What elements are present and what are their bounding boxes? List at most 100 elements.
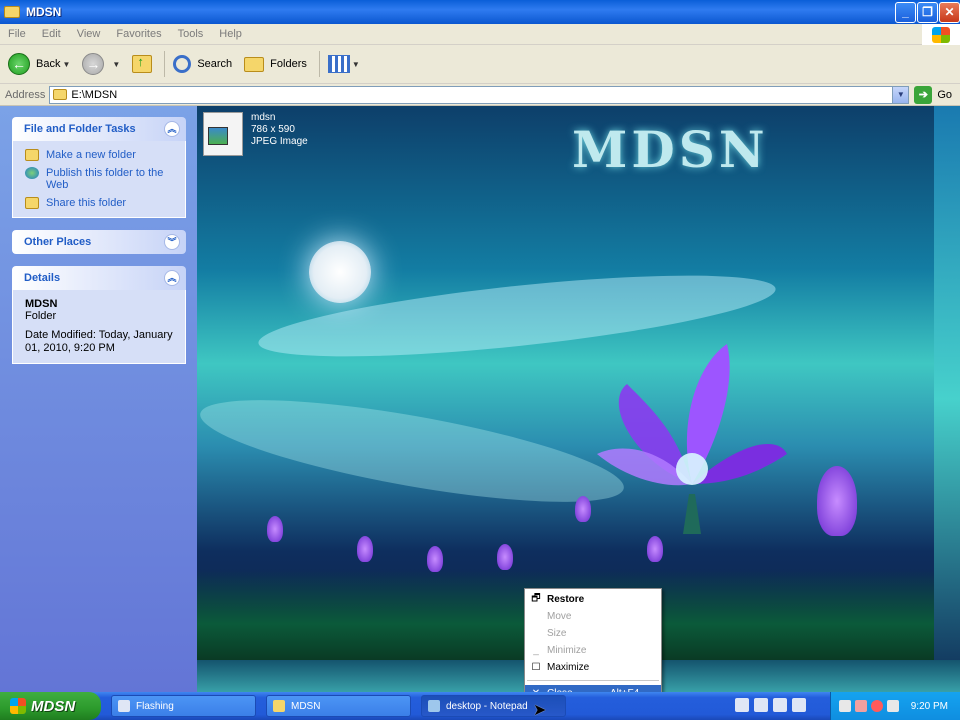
globe-icon: [25, 167, 39, 179]
address-bar: Address E:\MDSN ▼ ➔ Go: [0, 84, 960, 106]
menu-item-label: Move: [547, 611, 572, 622]
windows-flag-icon: [10, 698, 26, 714]
chevron-down-icon[interactable]: ▼: [112, 60, 120, 69]
menu-separator: [527, 680, 659, 681]
menu-file[interactable]: File: [0, 28, 34, 40]
views-icon: [327, 55, 350, 73]
file-item-mdsn[interactable]: mdsn 786 x 590 JPEG Image: [203, 112, 308, 156]
restore-button[interactable]: ❐: [917, 2, 938, 23]
close-button[interactable]: ✕: [939, 2, 960, 23]
address-value: E:\MDSN: [71, 88, 118, 101]
file-type: JPEG Image: [251, 136, 308, 147]
folder-icon: [273, 700, 285, 712]
tray-app-icon[interactable]: [870, 700, 883, 712]
search-button[interactable]: Search: [169, 47, 236, 81]
network-icon[interactable]: [754, 698, 768, 712]
wallpaper-bud: [497, 544, 513, 570]
make-new-folder-link[interactable]: Make a new folder: [25, 149, 175, 161]
restore-icon: 🗗: [531, 593, 541, 604]
wallpaper-bud: [817, 466, 857, 536]
details-panel: Details ︽ MDSN Folder Date Modified: Tod…: [12, 266, 186, 364]
window-title: MDSN: [26, 5, 62, 19]
expand-icon[interactable]: ︾: [164, 234, 180, 250]
share-folder-link[interactable]: Share this folder: [25, 197, 175, 209]
menu-edit[interactable]: Edit: [34, 28, 69, 40]
menu-item-label: Minimize: [547, 645, 587, 656]
views-button[interactable]: ▼: [324, 47, 364, 81]
minimize-button[interactable]: _: [895, 2, 916, 23]
pen-icon[interactable]: [735, 698, 749, 712]
publish-folder-link[interactable]: Publish this folder to the Web: [25, 167, 175, 191]
toolbar: ← Back ▼ → ▼ ↑ Search Folders ▼: [0, 45, 960, 84]
collapse-icon[interactable]: ︽: [164, 270, 180, 286]
folders-button[interactable]: Folders: [240, 47, 311, 81]
back-button[interactable]: ← Back ▼: [4, 47, 74, 81]
taskbar-item-label: MDSN: [291, 700, 321, 712]
task-label: Share this folder: [46, 197, 127, 209]
wallpaper-flower: [597, 344, 787, 534]
address-label: Address: [5, 88, 46, 101]
task-label: Make a new folder: [46, 149, 136, 161]
mouse-cursor-icon: ➤: [533, 702, 547, 719]
wallpaper-edge: [934, 106, 960, 692]
file-dimensions: 786 x 590: [251, 124, 295, 135]
collapse-icon[interactable]: ︽: [164, 121, 180, 137]
help-icon[interactable]: [773, 698, 787, 712]
menu-item-restore[interactable]: 🗗 Restore: [525, 591, 661, 608]
toolbar-separator: [318, 51, 320, 77]
wallpaper-bud: [647, 536, 663, 562]
wallpaper-bud: [575, 496, 591, 522]
menu-item-label: Maximize: [547, 662, 590, 673]
app-icon: [118, 700, 130, 712]
address-dropdown-icon[interactable]: ▼: [892, 86, 909, 103]
windows-logo-icon: [922, 24, 960, 45]
tray-app-icon[interactable]: [838, 700, 851, 712]
taskbar-item-mdsn[interactable]: MDSN: [266, 695, 411, 717]
folders-icon: [244, 56, 265, 72]
menu-item-label: Restore: [547, 594, 585, 605]
go-button[interactable]: ➔ Go: [914, 85, 953, 104]
menu-tools[interactable]: Tools: [170, 28, 212, 40]
wallpaper-logo-text: MDSN: [572, 120, 769, 179]
chevron-down-icon[interactable]: ▼: [352, 60, 360, 69]
forward-arrow-icon: →: [82, 53, 105, 75]
go-label: Go: [937, 88, 953, 101]
tray-app-icon[interactable]: [854, 700, 867, 712]
task-label: Publish this folder to the Web: [46, 167, 164, 191]
start-button[interactable]: MDSN: [0, 692, 101, 720]
minimize-icon: _: [533, 645, 539, 656]
clock[interactable]: 9:20 PM: [911, 701, 948, 712]
menu-item-maximize[interactable]: ☐ Maximize: [525, 659, 661, 676]
panel-header[interactable]: File and Folder Tasks ︽: [12, 117, 186, 141]
file-name: mdsn: [251, 112, 276, 123]
taskbar-item-label: Flashing: [136, 700, 174, 712]
chevron-down-icon[interactable]: ▼: [62, 60, 70, 69]
panel-header[interactable]: Other Places ︾: [12, 230, 186, 254]
taskbar: MDSN Flashing MDSN desktop - Notepad 9:2…: [0, 692, 960, 720]
up-folder-button[interactable]: ↑: [128, 47, 156, 81]
go-arrow-icon: ➔: [914, 85, 933, 104]
details-name: MDSN: [25, 298, 58, 310]
title-bar: MDSN _ ❐ ✕: [0, 0, 960, 24]
jpeg-file-icon: [203, 112, 243, 156]
taskbar-item-flashing[interactable]: Flashing: [111, 695, 256, 717]
restore-icon[interactable]: [792, 698, 806, 712]
wallpaper-bud: [427, 546, 443, 572]
menu-view[interactable]: View: [69, 28, 109, 40]
folder-icon: [4, 6, 20, 18]
quick-launch: [735, 698, 811, 712]
forward-button[interactable]: → ▼: [78, 47, 124, 81]
back-label: Back: [36, 58, 61, 70]
menu-item-move: Move: [525, 608, 661, 625]
address-input[interactable]: E:\MDSN ▼: [49, 85, 910, 104]
menu-item-label: Size: [547, 628, 567, 639]
file-folder-tasks-panel: File and Folder Tasks ︽ Make a new folde…: [12, 117, 186, 218]
search-label: Search: [197, 58, 233, 70]
menu-favorites[interactable]: Favorites: [108, 28, 169, 40]
tray-app-icon[interactable]: [886, 700, 899, 712]
start-label: MDSN: [31, 697, 76, 715]
new-folder-icon: [25, 149, 39, 161]
menu-help[interactable]: Help: [211, 28, 250, 40]
panel-title: Details: [24, 272, 61, 284]
panel-header[interactable]: Details ︽: [12, 266, 186, 290]
